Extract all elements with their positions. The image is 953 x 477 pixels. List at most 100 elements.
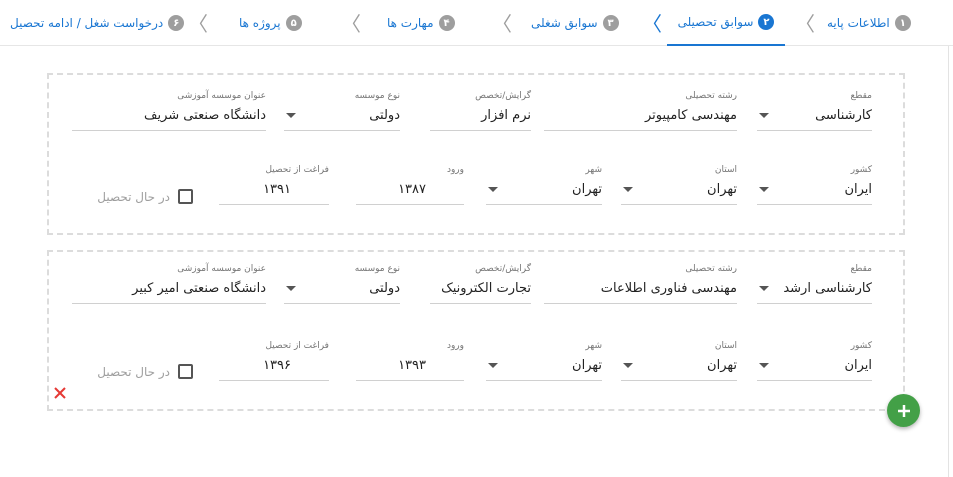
dropdown-arrow-icon — [623, 187, 633, 192]
field-label: عنوان موسسه آموزشی — [177, 264, 266, 274]
step-number: ۳ — [602, 15, 619, 31]
field-label: شهر — [585, 341, 602, 351]
page-divider — [948, 46, 949, 477]
field-value: کارشناسی ارشد — [783, 281, 872, 296]
plus-icon — [897, 404, 910, 417]
province-select[interactable]: استان تهران — [621, 165, 737, 205]
dropdown-arrow-icon — [759, 113, 769, 118]
dropdown-arrow-icon — [759, 187, 769, 192]
step-number: ۲ — [758, 14, 775, 30]
step-label: درخواست شغل / ادامه تحصیل — [10, 16, 164, 30]
country-select[interactable]: کشور ایران — [757, 165, 872, 205]
step-number: ۵ — [285, 15, 302, 31]
dropdown-arrow-icon — [759, 286, 769, 291]
step-label: سوابق شغلی — [531, 16, 598, 30]
field-value: ۱۳۹۱ — [263, 182, 291, 197]
field-label: استان — [714, 165, 737, 175]
institution-name-input[interactable]: عنوان موسسه آموزشی دانشگاه صنعتی امیر کب… — [72, 264, 266, 304]
city-select[interactable]: شهر تهران — [486, 165, 602, 205]
step-education[interactable]: ۲ سوابق تحصیلی — [667, 0, 785, 46]
field-label: فراغت از تحصیل — [265, 341, 329, 351]
graduation-year-input[interactable]: فراغت از تحصیل ۱۳۹۱ — [219, 165, 329, 205]
field-value: ایران — [844, 182, 872, 197]
field-label: مقطع — [850, 91, 872, 101]
studying-checkbox-group[interactable]: در حال تحصیل — [97, 189, 193, 204]
field-label: نوع موسسه — [354, 264, 400, 274]
province-select[interactable]: استان تهران — [621, 341, 737, 381]
dropdown-arrow-icon — [286, 286, 296, 291]
field-value: تهران — [707, 358, 737, 373]
field-label: ورود — [446, 341, 464, 351]
step-label: مهارت ها — [387, 16, 434, 30]
studying-checkbox[interactable] — [178, 364, 193, 379]
field-label: رشته تحصیلی — [685, 264, 737, 274]
step-work-experience[interactable]: ۳ سوابق شغلی — [531, 0, 619, 46]
chevron-left-icon: 〈 — [341, 12, 361, 36]
field-label: رشته تحصیلی — [685, 91, 737, 101]
add-record-button[interactable] — [887, 394, 920, 427]
dropdown-arrow-icon — [488, 363, 498, 368]
institution-type-select[interactable]: نوع موسسه دولتی — [284, 264, 400, 304]
education-record-card: مقطع کارشناسی رشته تحصیلی مهندسی کامپیوت… — [47, 73, 905, 235]
close-icon[interactable] — [52, 385, 68, 401]
major-input[interactable]: رشته تحصیلی مهندسی فناوری اطلاعات — [544, 264, 737, 304]
field-label: مقطع — [850, 264, 872, 274]
step-label: سوابق تحصیلی — [677, 15, 754, 29]
field-label: شهر — [585, 165, 602, 175]
field-value: دانشگاه صنعتی امیر کبیر — [132, 281, 266, 296]
checkbox-label: در حال تحصیل — [97, 364, 170, 379]
field-value: دانشگاه صنعتی شریف — [144, 108, 266, 123]
field-value: ۱۳۸۷ — [398, 182, 426, 197]
field-value: تجارت الکترونیک — [441, 281, 531, 296]
dropdown-arrow-icon — [286, 113, 296, 118]
field-value: ۱۳۹۶ — [263, 358, 291, 373]
field-value: تهران — [572, 182, 602, 197]
step-number: ۴ — [438, 15, 455, 31]
field-value: دولتی — [369, 108, 400, 123]
degree-select[interactable]: مقطع کارشناسی — [757, 91, 872, 131]
studying-checkbox-group[interactable]: در حال تحصیل — [97, 364, 193, 379]
step-job-application[interactable]: ۶ درخواست شغل / ادامه تحصیل — [10, 0, 185, 46]
graduation-year-input[interactable]: فراغت از تحصیل ۱۳۹۶ — [219, 341, 329, 381]
institution-name-input[interactable]: عنوان موسسه آموزشی دانشگاه صنعتی شریف — [72, 91, 266, 131]
field-value: تهران — [707, 182, 737, 197]
orientation-input[interactable]: گرایش/تخصص تجارت الکترونیک — [430, 264, 531, 304]
step-skills[interactable]: ۴ مهارت ها — [387, 0, 455, 46]
wizard-stepper: ۱ اطلاعات پایه 〈 ۲ سوابق تحصیلی 〈 ۳ سواب… — [0, 0, 953, 46]
dropdown-arrow-icon — [623, 363, 633, 368]
country-select[interactable]: کشور ایران — [757, 341, 872, 381]
step-label: اطلاعات پایه — [827, 16, 890, 30]
step-basic-info[interactable]: ۱ اطلاعات پایه — [827, 0, 911, 46]
field-value: مهندسی کامپیوتر — [644, 108, 737, 123]
field-label: کشور — [850, 341, 872, 351]
field-value: تهران — [572, 358, 602, 373]
field-value: مهندسی فناوری اطلاعات — [600, 281, 737, 296]
field-label: ورود — [446, 165, 464, 175]
education-record-card: مقطع کارشناسی ارشد رشته تحصیلی مهندسی فن… — [47, 250, 905, 411]
field-label: گرایش/تخصص — [475, 264, 531, 274]
chevron-left-icon: 〈 — [492, 12, 512, 36]
entry-year-input[interactable]: ورود ۱۳۹۳ — [356, 341, 464, 381]
step-projects[interactable]: ۵ پروژه ها — [239, 0, 302, 46]
city-select[interactable]: شهر تهران — [486, 341, 602, 381]
entry-year-input[interactable]: ورود ۱۳۸۷ — [356, 165, 464, 205]
field-label: گرایش/تخصص — [475, 91, 531, 101]
step-number: ۱ — [894, 15, 911, 31]
step-number: ۶ — [168, 15, 185, 31]
field-label: فراغت از تحصیل — [265, 165, 329, 175]
degree-select[interactable]: مقطع کارشناسی ارشد — [757, 264, 872, 304]
field-value: نرم افزار — [481, 108, 531, 123]
institution-type-select[interactable]: نوع موسسه دولتی — [284, 91, 400, 131]
dropdown-arrow-icon — [759, 363, 769, 368]
field-label: نوع موسسه — [354, 91, 400, 101]
major-input[interactable]: رشته تحصیلی مهندسی کامپیوتر — [544, 91, 737, 131]
studying-checkbox[interactable] — [178, 189, 193, 204]
field-label: عنوان موسسه آموزشی — [177, 91, 266, 101]
field-label: کشور — [850, 165, 872, 175]
step-label: پروژه ها — [239, 16, 281, 30]
dropdown-arrow-icon — [488, 187, 498, 192]
chevron-left-icon: 〈 — [795, 12, 815, 36]
chevron-left-icon: 〈 — [642, 12, 662, 36]
orientation-input[interactable]: گرایش/تخصص نرم افزار — [430, 91, 531, 131]
field-label: استان — [714, 341, 737, 351]
